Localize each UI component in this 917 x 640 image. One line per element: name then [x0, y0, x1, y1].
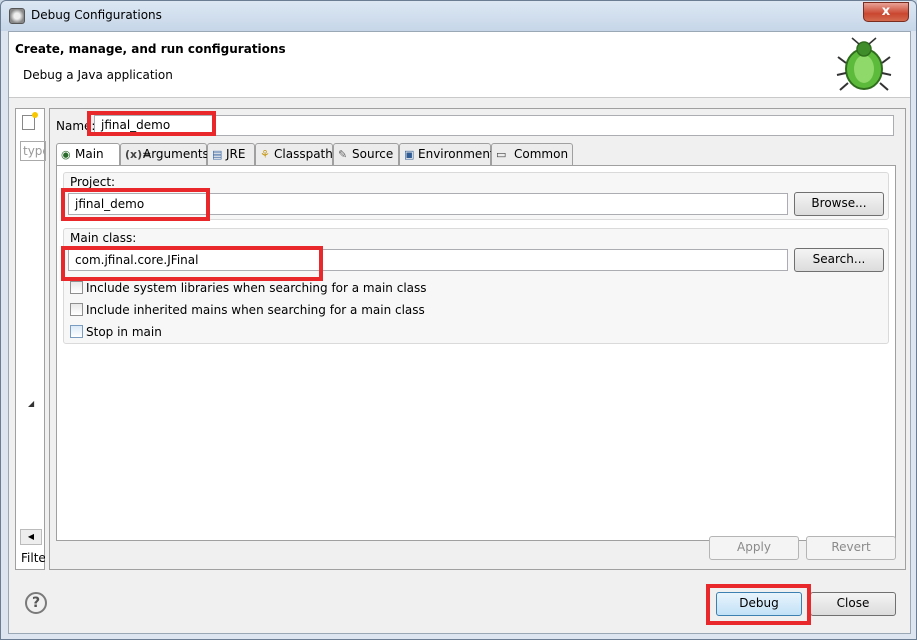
classpath-icon: ⚘ — [260, 148, 270, 161]
source-icon: ✎ — [338, 148, 348, 161]
tab-common[interactable]: ▭ Common — [491, 143, 573, 165]
tab-main-label: Main — [75, 147, 104, 161]
dialog-header: Create, manage, and run configurations D… — [9, 32, 910, 98]
debug-button[interactable]: Debug — [716, 592, 802, 616]
tab-arguments[interactable]: (x)=Arguments — [120, 143, 209, 165]
main-class-label: Main class: — [70, 231, 137, 245]
config-name-input[interactable]: jfinal_demo — [94, 115, 894, 136]
search-button[interactable]: Search... — [794, 248, 884, 272]
include-system-libraries-label: Include system libraries when searching … — [86, 281, 427, 295]
close-button[interactable]: Close — [810, 592, 896, 616]
debug-configurations-window: Debug Configurations x Create, manage, a… — [0, 0, 917, 640]
include-system-libraries-checkbox[interactable]: Include system libraries when searching … — [70, 281, 427, 295]
config-tabs: ◉ Main (x)=Arguments ▤ JRE ⚘ Classpath ✎ Sou… — [56, 143, 896, 166]
stop-in-main-checkbox[interactable]: Stop in main — [70, 325, 162, 339]
project-label: Project: — [70, 175, 116, 189]
browse-button[interactable]: Browse... — [794, 192, 884, 216]
window-close-button[interactable]: x — [863, 2, 909, 22]
dialog-subtitle: Debug a Java application — [23, 68, 173, 82]
checkbox-icon[interactable] — [70, 325, 83, 338]
project-group: Project: jfinal_demo Browse... — [63, 172, 889, 220]
common-icon: ▭ — [496, 148, 507, 161]
tab-jre[interactable]: ▤ JRE — [207, 143, 255, 165]
new-launch-config-icon[interactable] — [22, 112, 38, 130]
checkbox-icon[interactable] — [70, 303, 83, 316]
config-editor-pane: Name: jfinal_demo ◉ Main (x)=Arguments ▤ J… — [49, 108, 906, 570]
revert-button[interactable]: Revert — [806, 536, 896, 560]
main-icon: ◉ — [61, 148, 71, 161]
filter-input[interactable]: type — [20, 141, 46, 161]
main-class-input[interactable]: com.jfinal.core.JFinal — [68, 249, 788, 271]
tab-classpath-label: Classpath — [274, 147, 333, 161]
tab-classpath[interactable]: ⚘ Classpath — [255, 143, 333, 165]
title-bar[interactable]: Debug Configurations x — [1, 1, 916, 31]
apply-button[interactable]: Apply — [709, 536, 799, 560]
include-inherited-mains-checkbox[interactable]: Include inherited mains when searching f… — [70, 303, 425, 317]
launch-config-tree-pane: type ◢ ◀ Filte — [15, 108, 46, 570]
tab-source-label: Source — [352, 147, 394, 161]
tab-common-label: Common — [514, 147, 569, 161]
main-tab-content: Project: jfinal_demo Browse... Main clas… — [56, 165, 896, 541]
tab-environment[interactable]: ▣ Environment — [399, 143, 495, 165]
jre-icon: ▤ — [212, 148, 223, 161]
tab-source[interactable]: ✎ Source — [333, 143, 399, 165]
project-input[interactable]: jfinal_demo — [68, 193, 788, 215]
tab-main[interactable]: ◉ Main — [56, 143, 120, 166]
tab-environment-label: Environment — [418, 147, 495, 161]
tab-jre-label: JRE — [226, 147, 246, 161]
tab-arguments-label: Arguments — [143, 147, 209, 161]
debug-bug-icon — [836, 37, 892, 91]
dialog-client-area: Create, manage, and run configurations D… — [8, 31, 911, 634]
window-title: Debug Configurations — [31, 8, 162, 22]
checkbox-icon[interactable] — [70, 281, 83, 294]
eclipse-icon — [9, 8, 25, 24]
help-icon[interactable]: ? — [25, 592, 47, 614]
include-inherited-mains-label: Include inherited mains when searching f… — [86, 303, 425, 317]
name-label: Name: — [56, 119, 96, 133]
scroll-left-icon[interactable]: ◀ — [20, 529, 42, 545]
main-class-group: Main class: com.jfinal.core.JFinal Searc… — [63, 228, 889, 344]
tree-expand-icon[interactable]: ◢ — [28, 399, 34, 408]
environment-icon: ▣ — [404, 148, 415, 161]
filter-status-text: Filte — [21, 551, 45, 565]
arguments-icon: (x)= — [125, 148, 152, 161]
dialog-title: Create, manage, and run configurations — [15, 42, 286, 56]
stop-in-main-label: Stop in main — [86, 325, 162, 339]
